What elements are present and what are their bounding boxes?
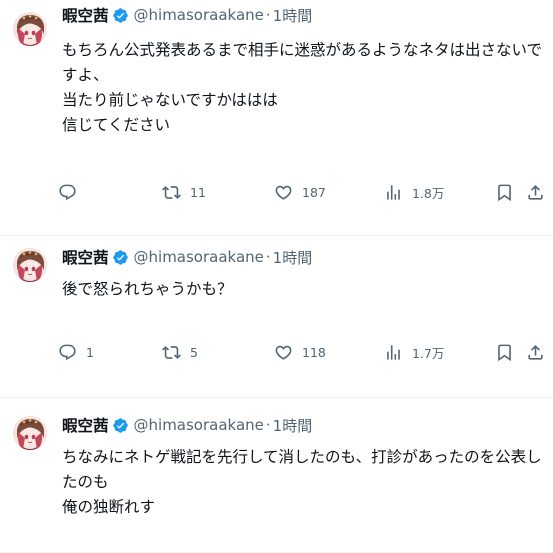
post-time[interactable]: 1時間 <box>273 415 313 436</box>
post-text: 後で怒られちゃうかも？ <box>62 280 233 298</box>
reply-button[interactable]: 1 <box>58 340 94 364</box>
author-name[interactable]: 暇空茜 <box>62 4 109 26</box>
view-count: 1.8万 <box>412 185 445 201</box>
post-header: 暇空茜 @himasoraakane · 1時間 <box>62 414 312 436</box>
views-icon <box>387 344 400 360</box>
separator: · <box>265 6 271 24</box>
avatar[interactable] <box>13 12 47 46</box>
author-handle[interactable]: @himasoraakane <box>134 416 264 434</box>
share-icon <box>528 184 543 200</box>
post[interactable]: 暇空茜 @himasoraakane · 1時間 もちろん公式発表あるまで相手に… <box>0 0 553 236</box>
post-header: 暇空茜 @himasoraakane · 1時間 <box>62 246 312 268</box>
avatar[interactable] <box>13 248 47 282</box>
post-time[interactable]: 1時間 <box>273 5 313 26</box>
bookmark-icon <box>498 184 511 201</box>
bookmark-icon <box>498 344 511 361</box>
like-icon <box>275 345 292 360</box>
like-button[interactable]: 187 <box>274 180 326 204</box>
reply-icon <box>59 344 76 360</box>
bookmark-button[interactable] <box>495 340 514 364</box>
separator: · <box>265 416 271 434</box>
views-button[interactable]: 1.7万 <box>384 340 444 364</box>
post-text: もちろん公式発表あるまで相手に迷惑があるようなネタは出さないですよ、 当たり前じ… <box>62 41 543 134</box>
bookmark-button[interactable] <box>495 180 514 204</box>
retweet-button[interactable]: 11 <box>162 180 206 204</box>
retweet-count: 11 <box>190 184 206 200</box>
like-button[interactable]: 118 <box>274 340 326 364</box>
separator: · <box>265 248 271 266</box>
reply-icon <box>59 184 76 200</box>
share-icon <box>528 344 543 360</box>
reply-count: 1 <box>86 344 94 360</box>
action-bar: 1 5 118 1.7万 <box>58 340 543 364</box>
post-time[interactable]: 1時間 <box>273 247 313 268</box>
retweet-icon <box>162 345 181 359</box>
verified-icon <box>112 7 129 24</box>
share-button[interactable] <box>526 180 545 204</box>
verified-icon <box>112 249 129 266</box>
retweet-count: 5 <box>190 344 198 360</box>
like-icon <box>275 185 292 200</box>
author-name[interactable]: 暇空茜 <box>62 246 109 268</box>
share-button[interactable] <box>526 340 545 364</box>
post[interactable]: 暇空茜 @himasoraakane · 1時間 ちなみにネトゲ戦記を先行して消… <box>0 398 553 553</box>
views-icon <box>387 184 400 200</box>
post-header: 暇空茜 @himasoraakane · 1時間 <box>62 4 312 26</box>
avatar[interactable] <box>13 416 47 450</box>
retweet-button[interactable]: 5 <box>162 340 198 364</box>
like-count: 187 <box>302 184 326 200</box>
author-name[interactable]: 暇空茜 <box>62 414 109 436</box>
timeline: 暇空茜 @himasoraakane · 1時間 もちろん公式発表あるまで相手に… <box>0 0 553 553</box>
views-button[interactable]: 1.8万 <box>384 180 444 204</box>
post-text: ちなみにネトゲ戦記を先行して消したのも、打診があったのを公表したのも 俺の独断れ… <box>62 448 542 516</box>
verified-icon <box>112 417 129 434</box>
view-count: 1.7万 <box>412 345 445 361</box>
retweet-icon <box>162 185 181 199</box>
action-bar: 11 187 1.8万 <box>58 180 543 204</box>
reply-button[interactable] <box>58 180 86 204</box>
author-handle[interactable]: @himasoraakane <box>134 248 264 266</box>
like-count: 118 <box>302 344 326 360</box>
author-handle[interactable]: @himasoraakane <box>134 6 264 24</box>
post[interactable]: 暇空茜 @himasoraakane · 1時間 後で怒られちゃうかも？ 1 5… <box>0 236 553 398</box>
